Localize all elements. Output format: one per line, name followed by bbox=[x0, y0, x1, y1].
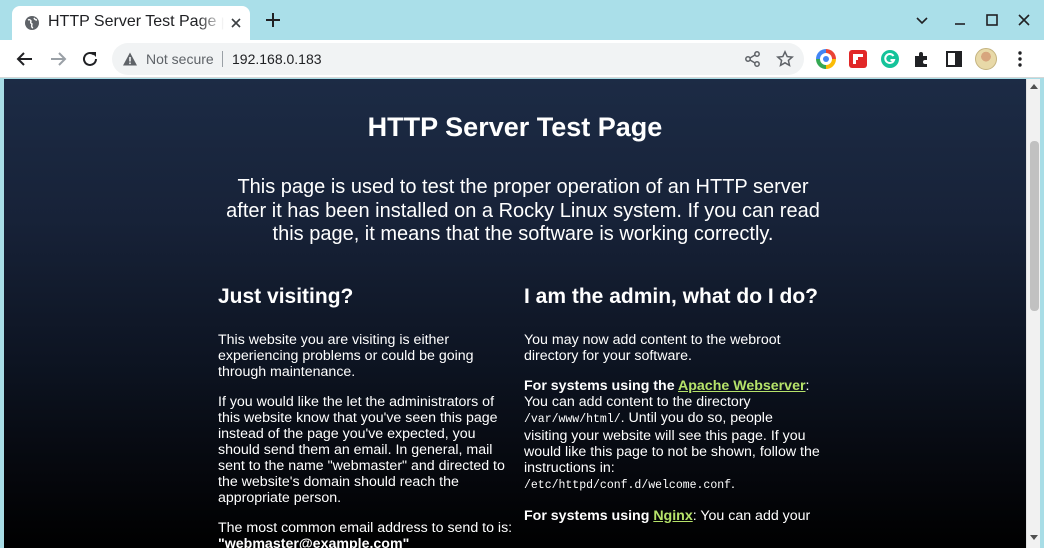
visiting-heading: Just visiting? bbox=[218, 285, 354, 308]
nginx-paragraph: For systems using Nginx: You can add you… bbox=[524, 508, 820, 524]
admin-paragraph-1: You may now add content to the webroot d… bbox=[524, 332, 781, 364]
apache-prefix: For systems using the bbox=[524, 378, 678, 394]
tab-search-icon[interactable] bbox=[912, 10, 932, 30]
admin-section: I am the admin, what do I do? You may no… bbox=[524, 284, 820, 538]
scroll-down-arrow-icon[interactable] bbox=[1030, 533, 1038, 541]
forward-icon[interactable] bbox=[47, 48, 69, 70]
close-window-icon[interactable] bbox=[1014, 10, 1034, 30]
globe-icon bbox=[25, 16, 39, 30]
share-icon[interactable] bbox=[744, 50, 762, 68]
visiting-paragraph-2: If you would like the let the administra… bbox=[218, 394, 505, 506]
window-frame-edge bbox=[1040, 79, 1044, 548]
bookmark-star-icon[interactable] bbox=[776, 50, 794, 68]
apache-paragraph: For systems using the Apache Webserver: … bbox=[524, 378, 820, 494]
extensions-puzzle-icon[interactable] bbox=[912, 49, 932, 69]
menu-kebab-icon[interactable] bbox=[1010, 49, 1030, 69]
side-panel-icon[interactable] bbox=[944, 49, 964, 69]
email-prefix: The most common email address to send to… bbox=[218, 520, 513, 536]
browser-titlebar: HTTP Server Test Page powered by: Rocky … bbox=[0, 0, 1044, 40]
scroll-up-arrow-icon[interactable] bbox=[1030, 83, 1038, 91]
separator bbox=[222, 51, 223, 67]
browser-tab[interactable]: HTTP Server Test Page powered by: Rocky … bbox=[12, 6, 250, 40]
apache-welcome-conf-path: /etc/httpd/conf.d/welcome.conf bbox=[524, 479, 732, 492]
warning-icon[interactable] bbox=[122, 51, 138, 67]
nginx-prefix: For systems using bbox=[524, 508, 654, 524]
security-label[interactable]: Not secure bbox=[146, 51, 214, 67]
flipboard-extension-icon[interactable] bbox=[848, 49, 868, 69]
page-title: HTTP Server Test Page bbox=[367, 112, 663, 142]
visiting-section: Just visiting? This website you are visi… bbox=[218, 284, 514, 548]
tab-title: HTTP Server Test Page powered by: Rocky … bbox=[48, 13, 224, 30]
apache-webserver-link[interactable]: Apache Webserver bbox=[678, 378, 806, 394]
page-scrollbar[interactable] bbox=[1026, 79, 1040, 548]
url-text[interactable]: 192.168.0.183 bbox=[232, 51, 322, 67]
visiting-paragraph-3: The most common email address to send to… bbox=[218, 520, 514, 548]
admin-heading: I am the admin, what do I do? bbox=[524, 285, 819, 308]
webmaster-email: "webmaster@example.com" bbox=[218, 536, 410, 548]
reload-icon[interactable] bbox=[79, 48, 101, 70]
maximize-icon[interactable] bbox=[982, 10, 1002, 30]
page-viewport: HTTP Server Test Page This page is used … bbox=[4, 79, 1026, 548]
intro-text: This page is used to test the proper ope… bbox=[226, 176, 820, 245]
grammarly-extension-icon[interactable] bbox=[880, 49, 900, 69]
google-extension-icon[interactable] bbox=[816, 49, 836, 69]
profile-avatar[interactable] bbox=[975, 48, 997, 70]
close-tab-icon[interactable] bbox=[228, 15, 244, 31]
scrollbar-thumb[interactable] bbox=[1030, 141, 1039, 311]
new-tab-icon[interactable] bbox=[262, 9, 284, 31]
minimize-icon[interactable] bbox=[950, 10, 970, 30]
apache-webroot-path: /var/www/html/ bbox=[524, 413, 621, 426]
browser-toolbar: Not secure 192.168.0.183 bbox=[0, 40, 1044, 78]
apache-end: . bbox=[731, 476, 735, 492]
address-bar[interactable]: Not secure 192.168.0.183 bbox=[112, 43, 804, 75]
nginx-text: : You can add your bbox=[692, 508, 811, 524]
visiting-paragraph-1: This website you are visiting is either … bbox=[218, 332, 474, 380]
back-icon[interactable] bbox=[14, 48, 36, 70]
nginx-link[interactable]: Nginx bbox=[653, 508, 692, 524]
